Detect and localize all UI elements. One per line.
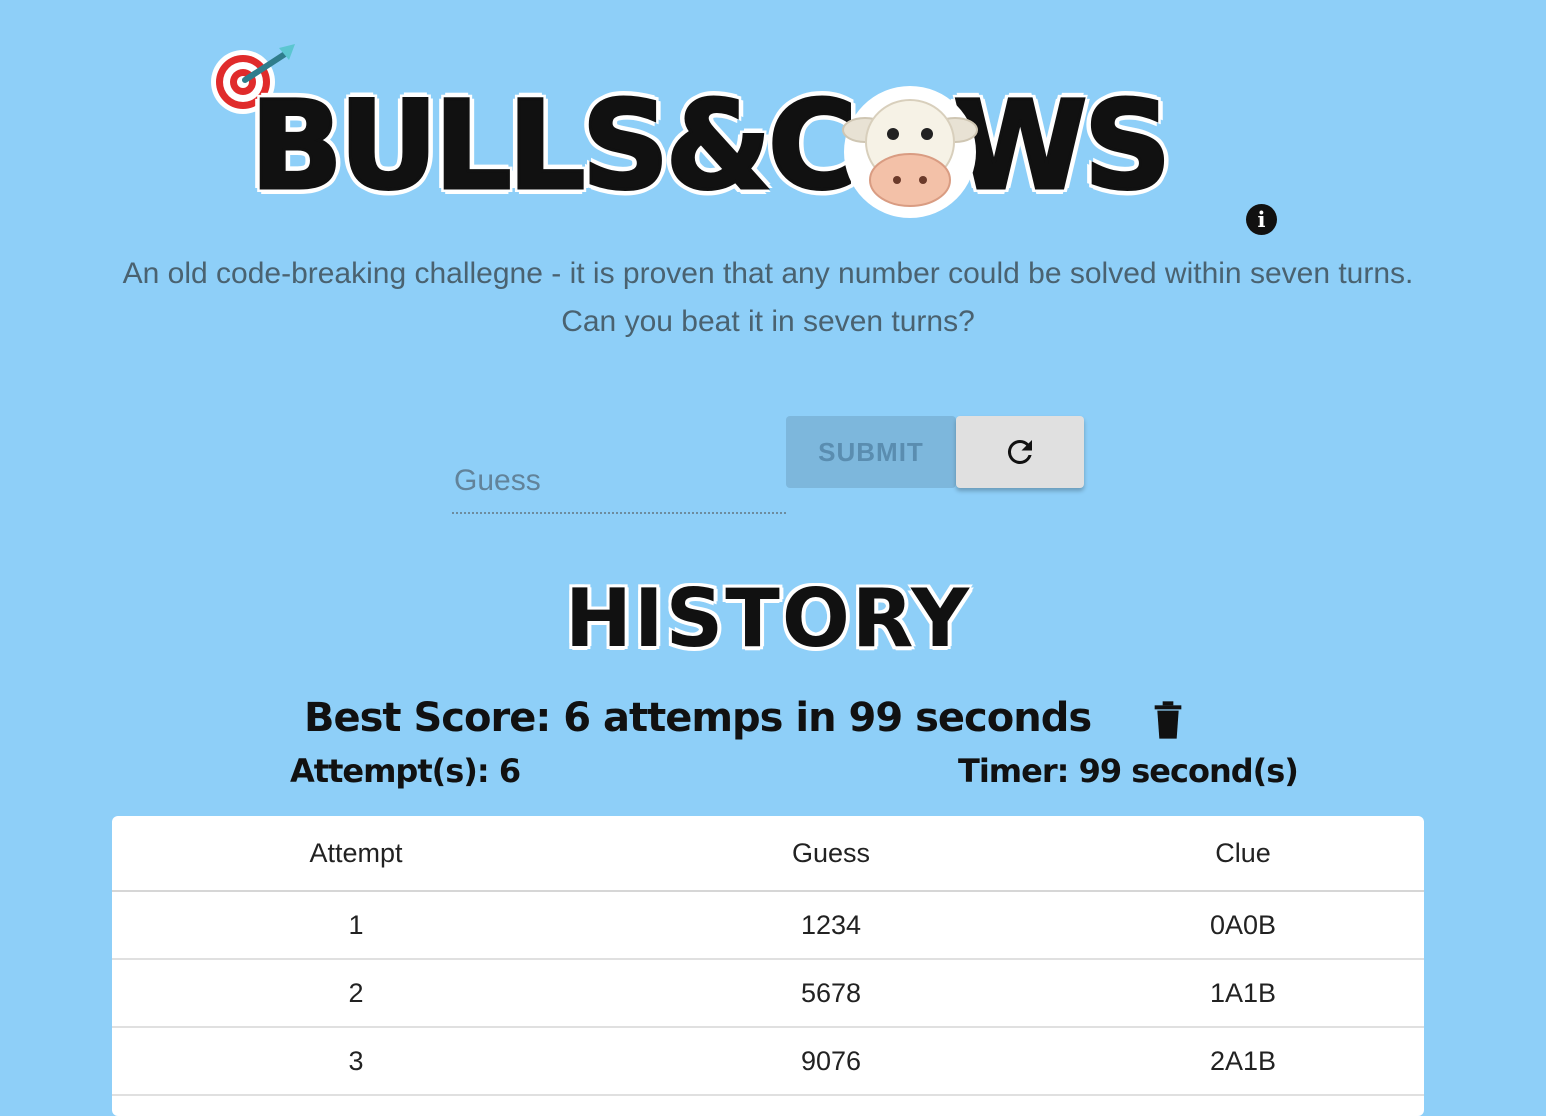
table-row: 3 9076 2A1B xyxy=(112,1027,1424,1096)
cell-attempt: 1 xyxy=(112,891,600,960)
guess-input[interactable] xyxy=(452,458,786,504)
subtitle: An old code-breaking challegne - it is p… xyxy=(0,250,1536,346)
guess-field xyxy=(452,450,786,514)
cell-guess: 5678 xyxy=(600,959,1062,1028)
refresh-icon xyxy=(1007,439,1032,464)
table-row: 1 1234 0A0B xyxy=(112,891,1424,960)
column-header-guess: Guess xyxy=(600,816,1062,892)
subtitle-line-1: An old code-breaking challegne - it is p… xyxy=(122,257,1414,290)
timer: Timer: 99 second(s) xyxy=(958,752,1299,790)
logo-title: BULLS&COWS xyxy=(248,75,1172,217)
app-logo: BULLS&COWS xyxy=(205,40,1205,240)
cell-clue: 0A0B xyxy=(1062,891,1424,960)
cell-guess: 9076 xyxy=(600,1027,1062,1096)
table-header-row: Attempt Guess Clue xyxy=(112,816,1424,892)
subtitle-line-2: Can you beat it in seven turns? xyxy=(561,305,975,338)
cell-attempt: 3 xyxy=(112,1027,600,1096)
history-table: Attempt Guess Clue 1 1234 0A0B 2 5678 1A… xyxy=(112,816,1424,1096)
table-row: 2 5678 1A1B xyxy=(112,959,1424,1028)
cell-guess: 1234 xyxy=(600,891,1062,960)
column-header-attempt: Attempt xyxy=(112,816,600,892)
trash-icon[interactable] xyxy=(1152,700,1184,740)
cell-clue: 1A1B xyxy=(1062,959,1424,1028)
refresh-button[interactable] xyxy=(956,416,1084,488)
cell-attempt: 2 xyxy=(112,959,600,1028)
best-score: Best Score: 6 attemps in 99 seconds xyxy=(304,695,1092,741)
history-title: HISTORY xyxy=(564,572,972,665)
info-icon[interactable]: i xyxy=(1246,204,1277,235)
history-table-card: Attempt Guess Clue 1 1234 0A0B 2 5678 1A… xyxy=(112,816,1424,1116)
column-header-clue: Clue xyxy=(1062,816,1424,892)
cow-face-icon xyxy=(842,86,978,218)
attempts-count: Attempt(s): 6 xyxy=(290,752,521,790)
submit-button[interactable]: SUBMIT xyxy=(786,416,956,488)
cell-clue: 2A1B xyxy=(1062,1027,1424,1096)
